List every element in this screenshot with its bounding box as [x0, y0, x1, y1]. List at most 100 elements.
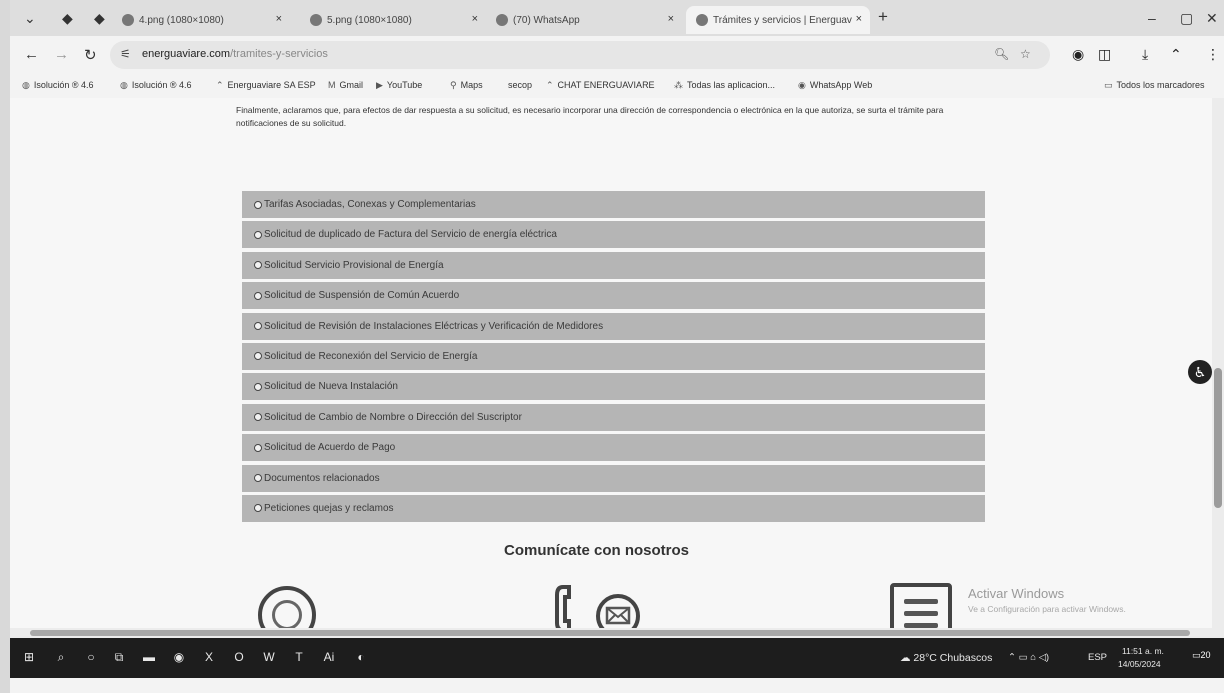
task-view-icon[interactable]: ⧉ — [112, 650, 126, 664]
page-content: Finalmente, aclaramos que, para efectos … — [10, 98, 1212, 628]
back-icon[interactable]: ← — [24, 46, 39, 63]
url-text[interactable]: energuaviare.com/tramites-y-servicios — [142, 48, 328, 60]
tray-icons[interactable]: ⌃ ▭ ⌂ ◁) — [1008, 652, 1049, 663]
navigation-bar: ← → ↻ ⚟ energuaviare.com/tramites-y-serv… — [10, 36, 1224, 76]
windows-start-icon[interactable]: ⊞ — [22, 650, 36, 664]
accessibility-icon[interactable]: ♿︎ — [1188, 360, 1212, 384]
bullet-icon — [254, 322, 262, 331]
close-tab-icon[interactable]: × — [472, 13, 478, 25]
scroll-thumb[interactable] — [1214, 368, 1222, 508]
address-bar[interactable]: ⚟ energuaviare.com/tramites-y-servicios … — [110, 41, 1050, 69]
search-icon[interactable]: ⌕ — [54, 650, 68, 664]
excel-icon[interactable]: X — [202, 650, 216, 664]
forward-icon[interactable]: → — [54, 46, 69, 63]
extensions-puzzle-icon[interactable]: ◫ — [1098, 46, 1111, 63]
chrome-icon[interactable]: ◉ — [172, 650, 186, 664]
bookmark-secop[interactable]: secop — [508, 80, 532, 90]
location-icon[interactable] — [258, 586, 316, 628]
accordion-item[interactable]: Solicitud de Revisión de Instalaciones E… — [242, 312, 985, 340]
weather-widget[interactable]: ☁︎ 28°C Chubascos — [900, 652, 992, 664]
language-indicator[interactable]: ESP — [1088, 652, 1107, 663]
document-icon[interactable] — [890, 583, 952, 628]
all-bookmarks[interactable]: ▭ Todos los marcadores — [1104, 80, 1205, 91]
scroll-thumb[interactable] — [30, 630, 1190, 636]
illustrator-icon[interactable]: Ai — [322, 650, 336, 664]
app-icon[interactable]: ◆ — [94, 10, 105, 27]
youtube-icon: ▶ — [376, 80, 383, 90]
new-tab-button[interactable]: + — [878, 7, 888, 27]
bookmarks-bar: ◍ Isolución ® 4.6 ◍ Isolución ® 4.6 ⌃ Energ… — [10, 76, 1224, 98]
teams-icon[interactable]: T — [292, 650, 306, 664]
accordion-item[interactable]: Tarifas Asociadas, Conexas y Complementa… — [242, 191, 985, 218]
clock-date[interactable]: 14/05/2024 — [1118, 659, 1161, 669]
outlook-icon[interactable]: O — [232, 650, 246, 664]
isolucion-icon: ◍ — [22, 80, 30, 90]
clock-time[interactable]: 11:51 a. m. — [1122, 646, 1164, 656]
tab-title: (70) WhatsApp — [513, 14, 580, 26]
bookmark-youtube[interactable]: ▶ YouTube — [376, 80, 422, 91]
download-icon[interactable]: ⤓ — [1142, 46, 1148, 63]
accordion-item[interactable]: Solicitud de Reconexión del Servicio de … — [242, 342, 985, 370]
site-info-icon[interactable]: ⚟ — [120, 47, 131, 61]
app-icon[interactable]: ◐ — [354, 650, 368, 664]
notification-icon[interactable]: ▭20 — [1192, 650, 1212, 670]
accordion-item[interactable]: Solicitud de Acuerdo de Pago — [242, 434, 985, 462]
folder-icon: ▭ — [1104, 80, 1113, 90]
tab-title: Trámites y servicios | Energuav — [713, 14, 852, 26]
app-icon[interactable]: ◆ — [62, 10, 73, 27]
accordion-item[interactable]: Peticiones quejas y reclamos — [242, 494, 985, 522]
bullet-icon — [254, 200, 262, 209]
accordion-item[interactable]: Solicitud Servicio Provisional de Energí… — [242, 251, 985, 279]
bookmark-isolucion-2[interactable]: ◍ Isolución ® 4.6 — [120, 80, 192, 91]
cortana-icon[interactable]: ○ — [84, 650, 98, 664]
bookmark-whatsapp[interactable]: ◉ WhatsApp Web — [798, 80, 872, 91]
bookmark-apps[interactable]: ⁂ Todas las aplicacion... — [674, 80, 775, 91]
bullet-icon — [254, 474, 262, 483]
vertical-scrollbar[interactable] — [1212, 98, 1224, 628]
tab-tramites[interactable]: Trámites y servicios | Energuav × — [686, 6, 870, 34]
zoom-icon[interactable]: 🔍︎ — [994, 47, 1009, 61]
bookmark-chat[interactable]: ⌃ CHAT ENERGUAVIARE — [546, 80, 655, 91]
tab-5png[interactable]: 5.png (1080×1080) × — [310, 6, 486, 34]
extension-icon[interactable]: ◉ — [1072, 46, 1084, 63]
word-icon[interactable]: W — [262, 650, 276, 664]
phone-icon[interactable] — [553, 583, 593, 628]
tab-4png[interactable]: 4.png (1080×1080) × — [122, 6, 290, 34]
menu-icon[interactable]: ⋮ — [1206, 46, 1220, 63]
mail-icon[interactable] — [594, 592, 642, 628]
bookmark-isolucion-1[interactable]: ◍ Isolución ® 4.6 — [22, 80, 94, 91]
intro-paragraph: Finalmente, aclaramos que, para efectos … — [236, 105, 944, 128]
bullet-icon — [254, 443, 262, 452]
profile-icon[interactable]: ⌃ — [1170, 46, 1182, 63]
accordion-item[interactable]: Documentos relacionados — [242, 464, 985, 492]
minimize-icon[interactable]: – — [1148, 10, 1156, 26]
close-window-icon[interactable]: ✕ — [1206, 10, 1218, 27]
file-explorer-icon[interactable]: ▬ — [142, 650, 156, 664]
close-tab-icon[interactable]: × — [856, 13, 862, 25]
gmail-icon: M — [328, 80, 336, 90]
bookmark-star-icon[interactable]: ☆ — [1020, 47, 1031, 61]
accordion-item[interactable]: Solicitud de Suspensión de Común Acuerdo — [242, 282, 985, 310]
bullet-icon — [254, 382, 262, 391]
activate-windows-subtitle: Ve a Configuración para activar Windows. — [968, 604, 1126, 614]
close-tab-icon[interactable]: × — [276, 13, 282, 25]
accordion-item[interactable]: Solicitud de Cambio de Nombre o Direcció… — [242, 403, 985, 431]
tab-search-icon[interactable]: ⌄ — [24, 10, 36, 27]
reload-icon[interactable]: ↻ — [84, 46, 97, 64]
bullet-icon — [254, 504, 262, 513]
bookmark-energuaviare[interactable]: ⌃ Energuaviare SA ESP — [216, 80, 316, 91]
activate-windows-title: Activar Windows — [968, 586, 1065, 601]
close-tab-icon[interactable]: × — [668, 13, 674, 25]
bookmark-maps[interactable]: ⚲ Maps — [450, 80, 483, 91]
contact-heading: Comunícate con nosotros — [504, 542, 690, 559]
tab-title: 5.png (1080×1080) — [327, 14, 412, 26]
bookmark-gmail[interactable]: M Gmail — [328, 80, 363, 90]
whatsapp-icon: ◉ — [798, 80, 806, 90]
tab-whatsapp[interactable]: (70) WhatsApp × — [496, 6, 682, 34]
accordion-item[interactable]: Solicitud de Nueva Instalación — [242, 373, 985, 401]
maximize-icon[interactable]: ▢ — [1180, 10, 1193, 27]
horizontal-scrollbar[interactable] — [10, 628, 1224, 638]
bullet-icon — [254, 413, 262, 422]
energuaviare-icon: ⌃ — [216, 80, 224, 90]
accordion-item[interactable]: Solicitud de duplicado de Factura del Se… — [242, 221, 985, 249]
